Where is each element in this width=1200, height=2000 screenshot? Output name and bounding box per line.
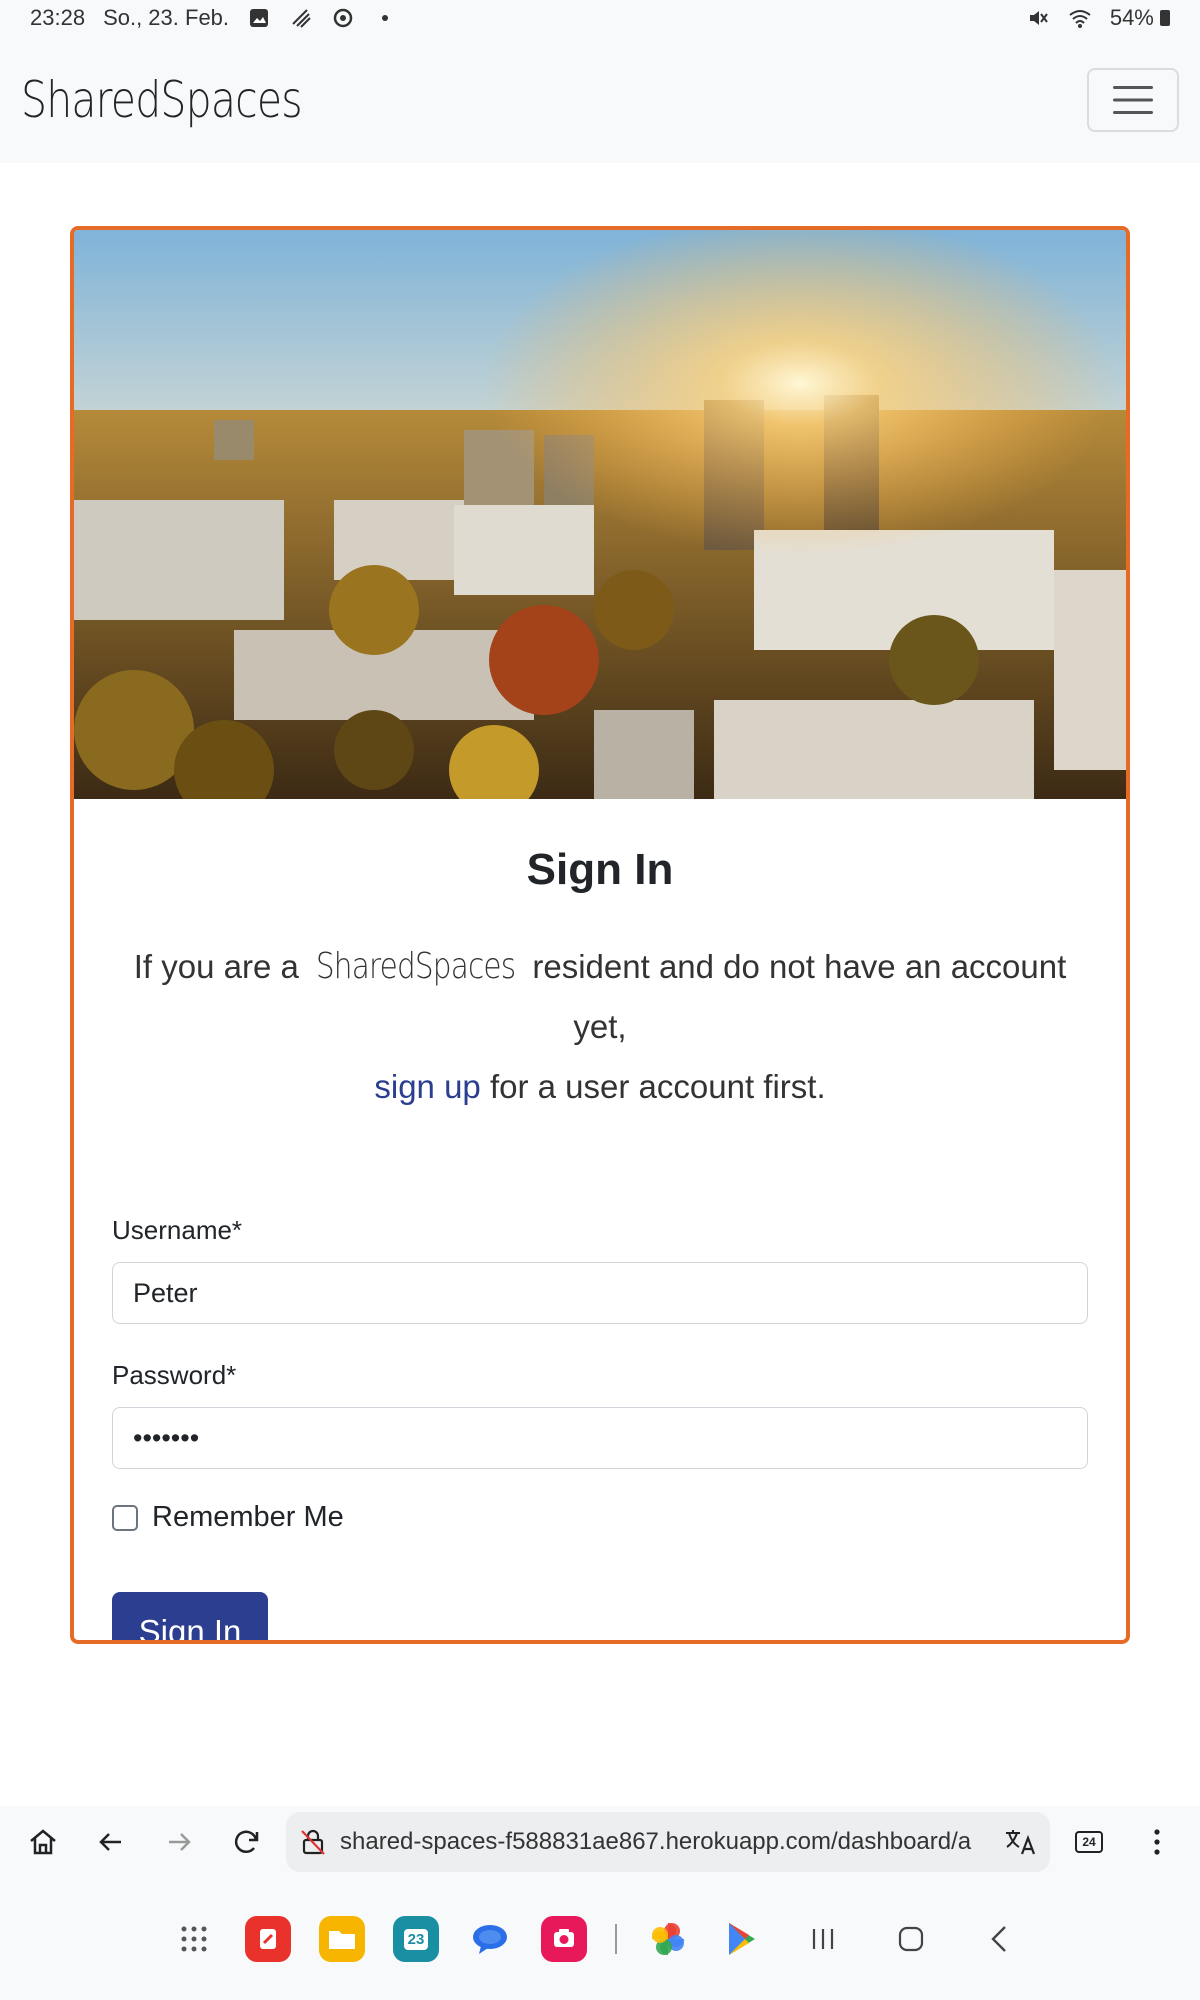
status-time: 23:28 xyxy=(30,5,86,30)
camera-app-icon[interactable] xyxy=(541,1916,587,1962)
status-date: So., 23. Feb. xyxy=(103,5,230,30)
tab-count: 24 xyxy=(1075,1831,1103,1853)
insecure-lock-icon[interactable] xyxy=(298,1827,328,1857)
gallery-icon xyxy=(247,6,271,30)
hamburger-icon xyxy=(1113,85,1153,114)
recents-button[interactable] xyxy=(793,1916,853,1962)
card-body: Sign In If you are a SharedSpaces reside… xyxy=(74,845,1126,1640)
signup-link[interactable]: sign up xyxy=(374,1068,480,1105)
notes-app-icon[interactable] xyxy=(245,1916,291,1962)
system-back-button[interactable] xyxy=(969,1916,1029,1962)
signin-card: Sign In If you are a SharedSpaces reside… xyxy=(70,226,1130,1644)
lead-middle: resident and do not have an account yet, xyxy=(532,948,1067,1045)
navbar: SharedSpaces xyxy=(0,36,1200,163)
forward-icon[interactable] xyxy=(150,1813,208,1871)
files-app-icon[interactable] xyxy=(319,1916,365,1962)
home-icon[interactable] xyxy=(14,1813,72,1871)
menu-toggle-button[interactable] xyxy=(1087,67,1179,132)
photos-app-icon[interactable] xyxy=(645,1916,691,1962)
status-left: 23:28 So., 23. Feb. xyxy=(30,5,397,31)
system-dock: 23 xyxy=(0,1878,1200,2000)
username-label: Username* xyxy=(112,1215,243,1245)
browser-toolbar: shared-spaces-f588831ae867.herokuapp.com… xyxy=(0,1806,1200,1878)
ink-icon xyxy=(289,6,313,30)
sync-icon xyxy=(331,6,355,30)
battery-level: 54% xyxy=(1109,5,1154,30)
play-store-icon[interactable] xyxy=(719,1916,765,1962)
battery-icon xyxy=(1160,10,1170,26)
password-input[interactable] xyxy=(112,1407,1088,1469)
remember-me[interactable]: Remember Me xyxy=(112,1501,1088,1534)
status-bar: 23:28 So., 23. Feb. 54% xyxy=(0,0,1200,36)
remember-me-label: Remember Me xyxy=(152,1501,344,1533)
dock-separator xyxy=(615,1924,617,1954)
remember-me-checkbox[interactable] xyxy=(112,1504,138,1531)
signin-button[interactable]: Sign In xyxy=(112,1592,268,1640)
mute-icon xyxy=(1026,6,1050,30)
signup-hint: If you are a SharedSpaces resident and d… xyxy=(112,937,1088,1117)
tabs-button[interactable]: 24 xyxy=(1060,1813,1118,1871)
app-grid-icon[interactable] xyxy=(171,1916,217,1962)
lead-prefix: If you are a xyxy=(133,948,299,985)
password-label: Password* xyxy=(112,1360,237,1390)
url-text[interactable]: shared-spaces-f588831ae867.herokuapp.com… xyxy=(340,1828,992,1856)
address-bar[interactable]: shared-spaces-f588831ae867.herokuapp.com… xyxy=(286,1812,1050,1872)
lead-suffix: for a user account first. xyxy=(489,1068,826,1105)
messages-app-icon[interactable] xyxy=(467,1916,513,1962)
status-right: 54% xyxy=(1026,5,1170,31)
page-title: Sign In xyxy=(526,845,674,894)
lead-brand: SharedSpaces xyxy=(315,946,516,987)
back-icon[interactable] xyxy=(82,1813,140,1871)
hero-city-image xyxy=(74,230,1126,799)
more-icon[interactable] xyxy=(1128,1813,1186,1871)
reload-icon[interactable] xyxy=(218,1813,276,1871)
translate-icon[interactable] xyxy=(1004,1827,1038,1857)
username-input[interactable] xyxy=(112,1262,1088,1324)
dot-icon xyxy=(373,6,397,30)
home-button[interactable] xyxy=(881,1916,941,1962)
brand-logo[interactable]: SharedSpaces xyxy=(21,71,303,129)
calendar-app-icon[interactable]: 23 xyxy=(393,1916,439,1962)
calendar-day: 23 xyxy=(403,1928,429,1950)
wifi-icon xyxy=(1068,6,1092,30)
